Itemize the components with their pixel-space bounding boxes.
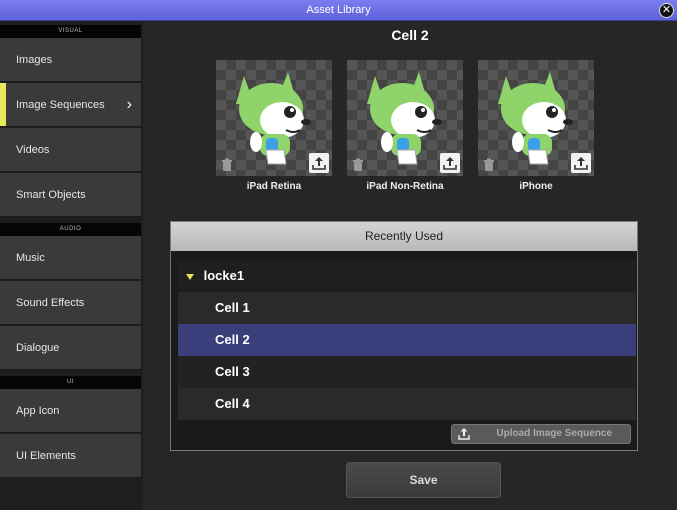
- trash-icon[interactable]: [220, 158, 234, 172]
- sidebar-item-label: Image Sequences: [16, 99, 105, 111]
- sidebar-item-label: Videos: [16, 144, 50, 156]
- panel-header: Recently Used: [171, 222, 637, 251]
- save-button[interactable]: Save: [346, 462, 501, 498]
- close-icon: ✕: [661, 4, 672, 16]
- section-header-ui: UI: [0, 376, 141, 389]
- character-image: [367, 72, 442, 165]
- sidebar-item-music[interactable]: Music: [0, 236, 141, 280]
- trash-icon[interactable]: [482, 158, 496, 172]
- character-image: [236, 72, 311, 165]
- close-button[interactable]: ✕: [659, 3, 674, 18]
- list-item-label: Cell 3: [215, 364, 250, 379]
- thumbnail-label: iPad Non-Retina: [366, 181, 444, 192]
- list-item-selected[interactable]: Cell 2: [178, 324, 636, 356]
- tree-group-label: locke1: [203, 268, 245, 283]
- sidebar-item-label: Music: [16, 252, 45, 264]
- sidebar-item-images[interactable]: Images: [0, 38, 141, 82]
- chevron-right-icon: ›: [126, 96, 132, 113]
- sidebar-item-ui-elements[interactable]: UI Elements: [0, 434, 141, 478]
- thumbnail-ipad-non-retina[interactable]: [347, 60, 463, 176]
- recently-used-panel: Recently Used locke1 Cell 1 Cell 2 Cell …: [170, 221, 638, 451]
- trash-icon[interactable]: [351, 158, 365, 172]
- list-item-label: Cell 1: [215, 300, 250, 315]
- upload-button-label: Upload Image Sequence: [496, 428, 612, 439]
- main-panel: Cell 2 iPad Retina iPad Non-Retina iPhon…: [143, 21, 677, 510]
- disclosure-triangle-icon[interactable]: [186, 273, 194, 280]
- upload-image-sequence-button[interactable]: Upload Image Sequence: [451, 424, 631, 444]
- page-title: Cell 2: [391, 27, 429, 43]
- sidebar-item-label: UI Elements: [16, 450, 76, 462]
- thumbnail-ipad-retina[interactable]: [216, 60, 332, 176]
- sidebar-item-label: Sound Effects: [16, 297, 85, 309]
- sidebar-item-label: Images: [16, 54, 53, 66]
- list-item[interactable]: Cell 4: [178, 388, 636, 420]
- upload-icon[interactable]: [309, 153, 329, 173]
- section-header-visual: VISUAL: [0, 25, 141, 38]
- list-item[interactable]: Cell 1: [178, 292, 636, 324]
- character-image: [498, 72, 573, 165]
- upload-icon[interactable]: [440, 153, 460, 173]
- sidebar-item-smart-objects[interactable]: Smart Objects: [0, 173, 141, 217]
- sidebar-item-sound-effects[interactable]: Sound Effects: [0, 281, 141, 325]
- sidebar-item-app-icon[interactable]: App Icon: [0, 389, 141, 433]
- upload-icon[interactable]: [571, 153, 591, 173]
- active-indicator: [0, 83, 6, 126]
- thumbnail-label: iPhone: [519, 181, 553, 192]
- thumbnail-iphone[interactable]: [478, 60, 594, 176]
- sidebar-item-label: Smart Objects: [16, 189, 86, 201]
- list-item[interactable]: Cell 3: [178, 356, 636, 388]
- section-header-audio: AUDIO: [0, 223, 141, 236]
- upload-icon: [458, 428, 470, 440]
- window-title: Asset Library: [306, 4, 371, 16]
- recent-tree: locke1 Cell 1 Cell 2 Cell 3 Cell 4: [178, 260, 636, 420]
- sidebar-item-label: App Icon: [16, 405, 60, 417]
- sidebar-item-videos[interactable]: Videos: [0, 128, 141, 172]
- title-bar: Asset Library ✕: [0, 0, 677, 21]
- sidebar-item-dialogue[interactable]: Dialogue: [0, 326, 141, 370]
- tree-group-locke1[interactable]: locke1: [178, 260, 636, 292]
- sidebar-item-image-sequences[interactable]: Image Sequences ›: [0, 83, 141, 127]
- list-item-label: Cell 2: [215, 332, 250, 347]
- thumbnail-label: iPad Retina: [246, 181, 302, 192]
- list-item-label: Cell 4: [215, 396, 250, 411]
- sidebar-item-label: Dialogue: [16, 342, 60, 354]
- sidebar: VISUAL Images Image Sequences › Videos S…: [0, 21, 143, 510]
